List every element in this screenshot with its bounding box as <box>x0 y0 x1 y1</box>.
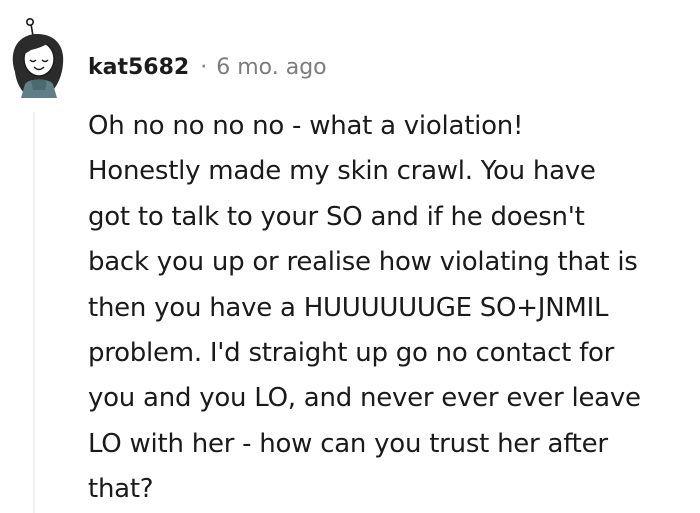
meta-separator: · <box>200 54 208 80</box>
comment-meta: kat5682 · 6 mo. ago <box>88 52 327 82</box>
username-link[interactable]: kat5682 <box>88 55 189 80</box>
comment-body: Oh no no no no - what a violation! Hones… <box>88 111 641 505</box>
timestamp[interactable]: 6 mo. ago <box>216 55 326 80</box>
user-avatar-icon[interactable] <box>5 14 75 98</box>
thread-line[interactable] <box>33 112 35 513</box>
comment: kat5682 · 6 mo. ago Oh no no no no - wha… <box>0 0 700 513</box>
